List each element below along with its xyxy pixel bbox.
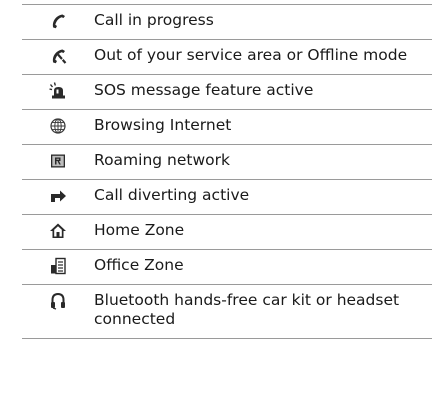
phone-handset-icon xyxy=(22,5,94,30)
row-description: Browsing Internet xyxy=(94,116,232,134)
call-divert-arrow-icon xyxy=(22,180,94,205)
row-description: Bluetooth hands-free car kit or headset … xyxy=(94,291,400,328)
phone-no-signal-icon xyxy=(22,40,94,65)
table-row: Roaming network xyxy=(22,145,432,180)
row-description: Call in progress xyxy=(94,11,214,29)
table-row: Office Zone xyxy=(22,250,432,285)
table-row: Out of your service area or Offline mode xyxy=(22,40,432,75)
table-row: Home Zone xyxy=(22,215,432,250)
table-row: Browsing Internet xyxy=(22,110,432,145)
roaming-r-icon xyxy=(22,145,94,170)
table-row: SOS message feature active xyxy=(22,75,432,110)
row-description: Home Zone xyxy=(94,221,185,239)
office-building-icon xyxy=(22,250,94,275)
table-row: Bluetooth hands-free car kit or headset … xyxy=(22,285,432,339)
row-description: SOS message feature active xyxy=(94,81,314,99)
row-description: Out of your service area or Offline mode xyxy=(94,46,408,64)
home-icon xyxy=(22,215,94,240)
table-row: Call diverting active xyxy=(22,180,432,215)
bluetooth-headset-icon xyxy=(22,285,94,310)
row-description: Office Zone xyxy=(94,256,184,274)
table-row: Call in progress xyxy=(22,5,432,40)
sos-siren-icon xyxy=(22,75,94,100)
row-description: Roaming network xyxy=(94,151,230,169)
row-description: Call diverting active xyxy=(94,186,250,204)
globe-icon xyxy=(22,110,94,135)
status-icon-table: Call in progress Out of your service are… xyxy=(22,4,432,339)
